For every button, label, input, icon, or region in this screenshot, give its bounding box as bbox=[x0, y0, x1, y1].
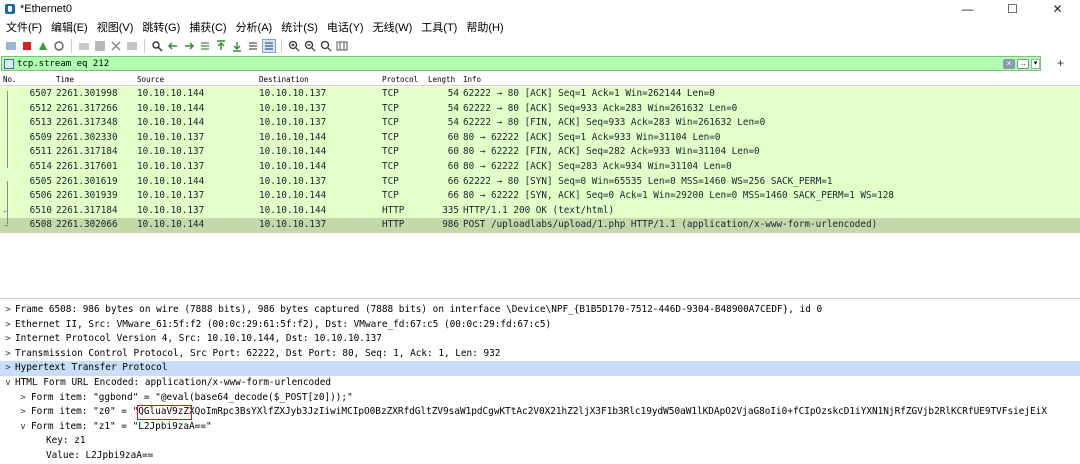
menu-statistics[interactable]: 统计(S) bbox=[278, 19, 324, 35]
display-filter-input[interactable]: tcp.stream eq 212 × → ▾ bbox=[1, 56, 1041, 71]
save-file-icon[interactable] bbox=[93, 39, 107, 53]
detail-row-http[interactable]: > Hypertext Transfer Protocol bbox=[0, 361, 1080, 376]
main-toolbar bbox=[0, 37, 1080, 55]
first-packet-icon[interactable] bbox=[214, 39, 228, 53]
packet-row[interactable]: 6509 2261.302330 10.10.10.137 10.10.10.1… bbox=[0, 130, 1080, 146]
detail-row-ipv4[interactable]: > Internet Protocol Version 4, Src: 10.1… bbox=[0, 332, 1080, 347]
menu-view[interactable]: 视图(V) bbox=[94, 19, 140, 35]
column-header-info[interactable]: Info bbox=[463, 74, 481, 86]
stop-capture-icon[interactable] bbox=[20, 39, 34, 53]
packet-row[interactable]: 6507 2261.301998 10.10.10.144 10.10.10.1… bbox=[0, 87, 1080, 102]
detail-row-form-urlencoded[interactable]: v HTML Form URL Encoded: application/x-w… bbox=[0, 376, 1080, 391]
filter-history-dropdown-icon[interactable]: ▾ bbox=[1031, 59, 1040, 69]
auto-scroll-icon[interactable] bbox=[246, 39, 260, 53]
collapse-chevron-icon[interactable]: v bbox=[18, 420, 28, 435]
expand-chevron-icon[interactable]: > bbox=[18, 391, 28, 406]
go-back-icon[interactable] bbox=[166, 39, 180, 53]
expand-chevron-icon[interactable]: > bbox=[3, 361, 13, 376]
menu-tools[interactable]: 工具(T) bbox=[418, 19, 463, 35]
column-header-source[interactable]: Source bbox=[137, 74, 164, 86]
menu-edit[interactable]: 编辑(E) bbox=[48, 19, 94, 35]
detail-row-key[interactable]: Key: z1 bbox=[0, 434, 1080, 449]
expand-chevron-icon[interactable]: > bbox=[3, 332, 13, 347]
zoom-in-icon[interactable] bbox=[287, 39, 301, 53]
start-capture-icon[interactable] bbox=[4, 39, 18, 53]
wireshark-fin-icon bbox=[4, 3, 16, 15]
packet-row[interactable]: 6514 2261.317601 10.10.10.137 10.10.10.1… bbox=[0, 160, 1080, 175]
menu-telephony[interactable]: 电话(Y) bbox=[324, 19, 370, 35]
detail-row-form-item-ggbond[interactable]: > Form item: "ggbond" = "@eval(base64_de… bbox=[0, 391, 1080, 406]
detail-row-ethernet[interactable]: > Ethernet II, Src: VMware_61:5f:f2 (00:… bbox=[0, 318, 1080, 333]
normal-size-icon[interactable] bbox=[319, 39, 333, 53]
capture-options-icon[interactable] bbox=[52, 39, 66, 53]
pane-splitter[interactable] bbox=[0, 298, 1080, 299]
packet-row[interactable]: 6506 2261.301939 10.10.10.137 10.10.10.1… bbox=[0, 189, 1080, 204]
column-header-length[interactable]: Length bbox=[428, 74, 455, 86]
menu-bar: 文件(F) 编辑(E) 视图(V) 跳转(G) 捕获(C) 分析(A) 统计(S… bbox=[0, 18, 1080, 35]
zoom-out-icon[interactable] bbox=[303, 39, 317, 53]
go-forward-icon[interactable] bbox=[182, 39, 196, 53]
menu-go[interactable]: 跳转(G) bbox=[139, 19, 186, 35]
menu-help[interactable]: 帮助(H) bbox=[463, 19, 509, 35]
packet-row[interactable]: 6505 2261.301619 10.10.10.144 10.10.10.1… bbox=[0, 174, 1080, 190]
resize-columns-icon[interactable] bbox=[335, 39, 349, 53]
restart-capture-icon[interactable] bbox=[36, 39, 50, 53]
display-filter-text: tcp.stream eq 212 bbox=[17, 58, 110, 69]
detail-row-value[interactable]: Value: L2Jpbi9zaA== bbox=[0, 449, 1080, 464]
close-file-icon[interactable] bbox=[109, 39, 123, 53]
column-header-no[interactable]: No. bbox=[3, 74, 17, 86]
maximize-button[interactable]: ☐ bbox=[990, 0, 1035, 17]
expand-chevron-icon[interactable]: > bbox=[3, 318, 13, 333]
menu-analyze[interactable]: 分析(A) bbox=[233, 19, 279, 35]
last-packet-icon[interactable] bbox=[230, 39, 244, 53]
expand-chevron-icon[interactable]: > bbox=[3, 303, 13, 318]
find-packet-icon[interactable] bbox=[150, 39, 164, 53]
add-filter-button-icon[interactable]: + bbox=[1057, 56, 1064, 70]
go-to-packet-icon[interactable] bbox=[198, 39, 212, 53]
column-header-protocol[interactable]: Protocol bbox=[382, 74, 418, 86]
column-header-destination[interactable]: Destination bbox=[259, 74, 309, 86]
clear-filter-icon[interactable]: × bbox=[1003, 59, 1015, 69]
packet-details: > Frame 6508: 986 bytes on wire (7888 bi… bbox=[0, 303, 1080, 464]
colorize-icon[interactable] bbox=[262, 39, 276, 53]
open-file-icon[interactable] bbox=[77, 39, 91, 53]
menu-file[interactable]: 文件(F) bbox=[3, 19, 48, 35]
packet-row[interactable]: 6511 2261.317184 10.10.10.137 10.10.10.1… bbox=[0, 145, 1080, 160]
packet-row[interactable]: ← 6510 2261.317184 10.10.10.137 10.10.10… bbox=[0, 203, 1080, 219]
packet-row[interactable]: 6513 2261.317348 10.10.10.144 10.10.10.1… bbox=[0, 116, 1080, 131]
window-title: *Ethernet0 bbox=[20, 2, 72, 15]
highlight-box bbox=[137, 405, 192, 420]
expand-chevron-icon[interactable]: > bbox=[3, 347, 13, 362]
expand-chevron-icon[interactable]: > bbox=[18, 405, 28, 420]
reload-file-icon[interactable] bbox=[125, 39, 139, 53]
menu-wireless[interactable]: 无线(W) bbox=[370, 19, 419, 35]
packet-row[interactable]: 6512 2261.317266 10.10.10.144 10.10.10.1… bbox=[0, 101, 1080, 117]
column-header-time[interactable]: Time bbox=[56, 74, 74, 86]
detail-row-tcp[interactable]: > Transmission Control Protocol, Src Por… bbox=[0, 347, 1080, 362]
packet-list-header: No. Time Source Destination Protocol Len… bbox=[0, 74, 1080, 86]
window-controls: — ☐ ✕ bbox=[945, 0, 1080, 17]
menu-capture[interactable]: 捕获(C) bbox=[186, 19, 232, 35]
packet-list: 6507 2261.301998 10.10.10.144 10.10.10.1… bbox=[0, 87, 1080, 235]
minimize-button[interactable]: — bbox=[945, 0, 990, 17]
detail-row-frame[interactable]: > Frame 6508: 986 bytes on wire (7888 bi… bbox=[0, 303, 1080, 318]
title-bar: *Ethernet0 — ☐ ✕ bbox=[0, 0, 1080, 17]
display-filter-bar: tcp.stream eq 212 × → ▾ + bbox=[0, 56, 1080, 71]
close-button[interactable]: ✕ bbox=[1035, 0, 1080, 17]
collapse-chevron-icon[interactable]: v bbox=[3, 376, 13, 391]
apply-filter-icon[interactable]: → bbox=[1017, 59, 1029, 69]
filter-bookmark-icon[interactable] bbox=[4, 58, 14, 69]
packet-row-selected[interactable]: → 6508 2261.302066 10.10.10.144 10.10.10… bbox=[0, 218, 1080, 233]
detail-row-form-item-z1[interactable]: v Form item: "z1" = "L2Jpbi9zaA==" bbox=[0, 420, 1080, 435]
